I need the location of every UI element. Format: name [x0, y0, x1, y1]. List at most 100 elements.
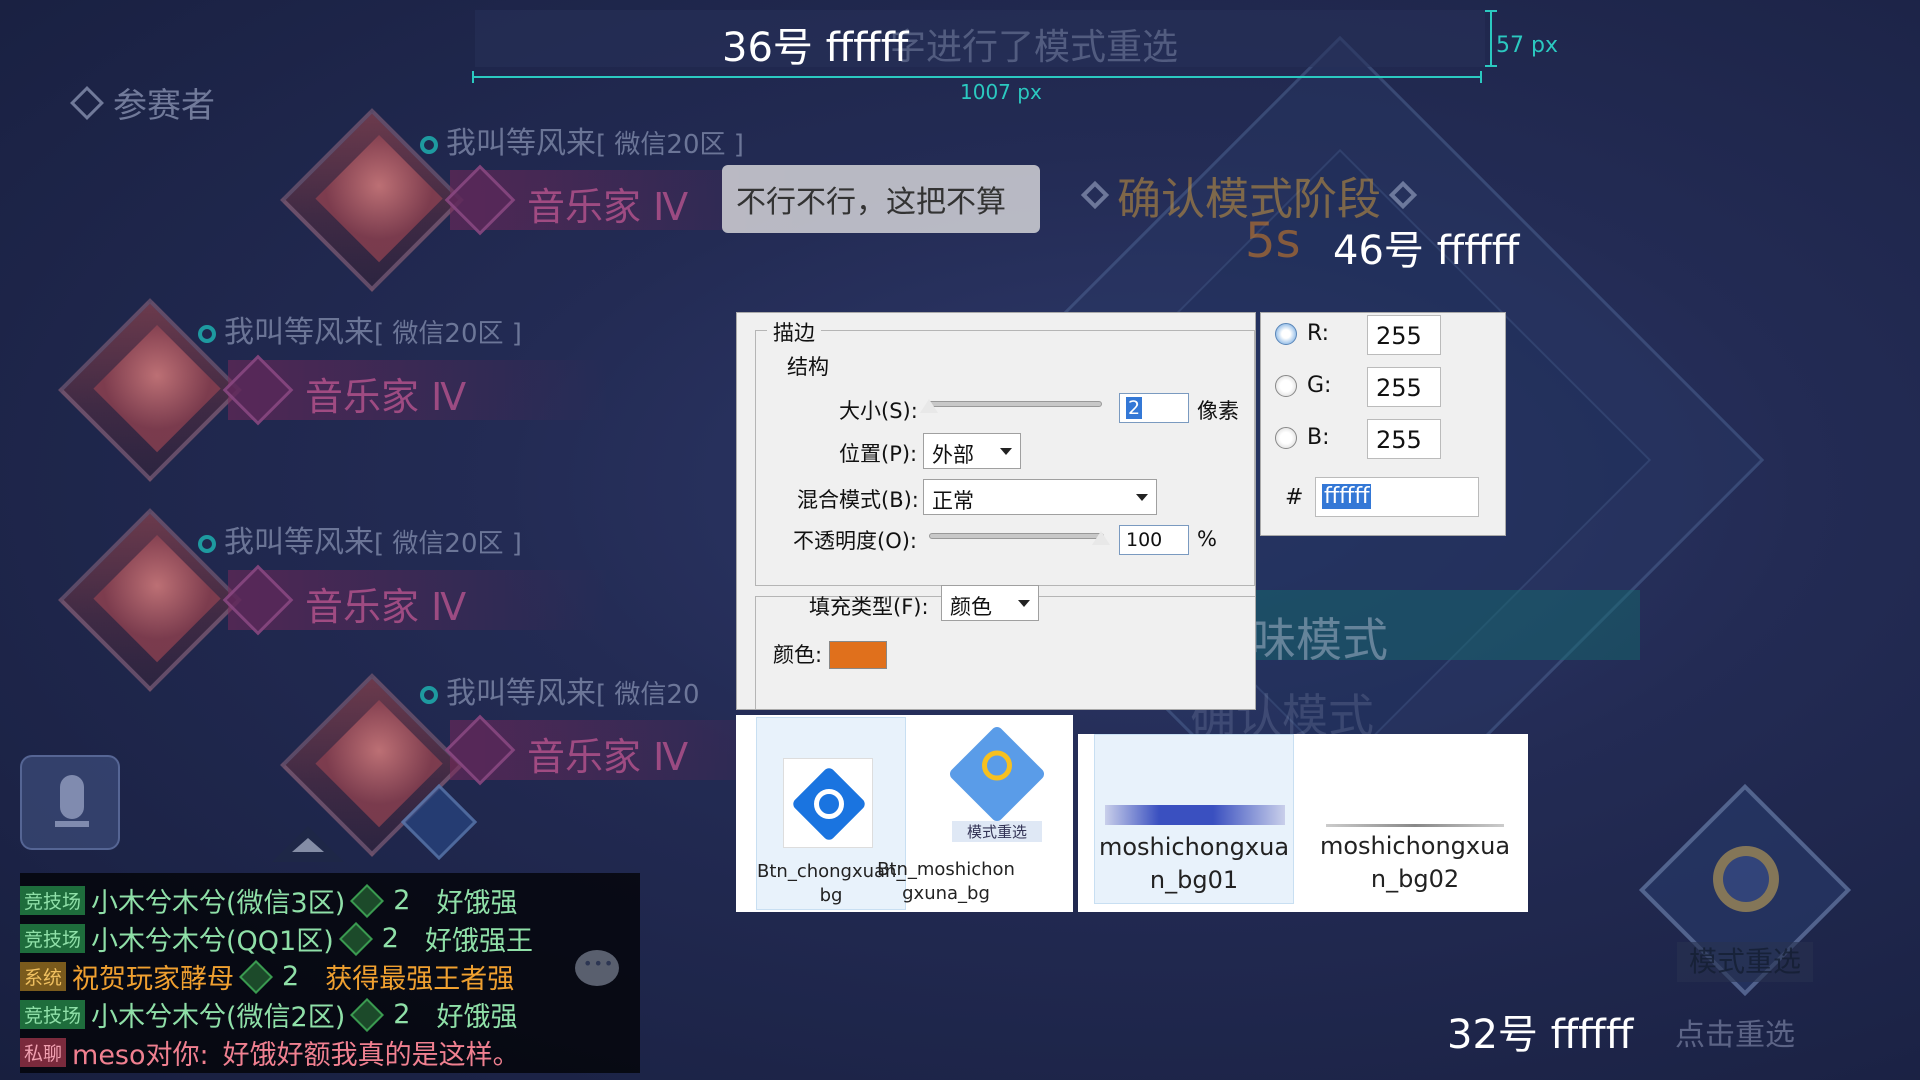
chat-level: 2: [282, 961, 300, 992]
mode-reselect-thumb[interactable]: 模式重选: [932, 721, 1062, 851]
chat-sender[interactable]: 小木兮木兮(QQ1区): [91, 919, 334, 958]
channel-tag: 竞技场: [20, 1000, 86, 1029]
b-input[interactable]: 255: [1367, 419, 1441, 459]
chat-sender[interactable]: meso对你:: [72, 1033, 209, 1072]
participants-heading-text: 参赛者: [113, 86, 215, 126]
size-slider-thumb[interactable]: [920, 399, 938, 413]
chat-sender[interactable]: 小木兮木兮(微信3区): [91, 881, 345, 920]
radio-r[interactable]: [1275, 323, 1297, 345]
channel-tag: 竞技场: [20, 886, 86, 915]
width-measure-line: [472, 71, 1482, 83]
mode-reselect-button[interactable]: 模式重选: [1635, 780, 1855, 1000]
chat-message: 好饿强王: [424, 926, 533, 957]
asset-tile-bg01[interactable]: moshichongxua n_bg01: [1094, 734, 1294, 904]
chevron-down-icon: [1136, 494, 1148, 501]
asset-preview-group-1: Btn_chongxuan_ bg 模式重选 Btn_moshichon gxuna…: [736, 715, 1073, 912]
color-label: 颜色:: [773, 643, 823, 667]
hex-input[interactable]: ffffff: [1315, 477, 1479, 517]
mode-reselect-label: 模式重选: [1677, 942, 1813, 982]
chevron-down-icon: [1018, 600, 1030, 607]
reselect-icon: [790, 765, 868, 843]
channel-tag: 系统: [20, 962, 67, 991]
size-input[interactable]: 2: [1119, 393, 1189, 423]
opacity-input[interactable]: 100: [1119, 525, 1189, 555]
blend-mode-select[interactable]: 正常: [923, 479, 1157, 515]
chat-message: 好饿强: [436, 1002, 518, 1033]
asset-caption: Btn_moshichon gxuna_bg: [877, 859, 1015, 904]
diamond-icon: [1388, 180, 1418, 210]
level-badge-icon: [350, 883, 385, 918]
width-measure-label: 1007 px: [960, 80, 1042, 104]
diamond-icon: [70, 85, 104, 120]
male-icon: [198, 324, 216, 343]
microphone-icon: [60, 775, 84, 819]
chat-bubble: 不行不行，这把不算: [722, 165, 1040, 233]
chat-sender[interactable]: 祝贺玩家酵母: [72, 957, 234, 996]
size-label: 大小(S):: [839, 399, 918, 423]
position-label: 位置(P):: [839, 442, 918, 466]
player-rank: 音乐家 Ⅳ: [305, 375, 467, 419]
level-badge-icon: [350, 997, 385, 1032]
click-reselect-hint[interactable]: 点击重选: [1675, 1010, 1795, 1054]
chevron-up-icon: [292, 838, 324, 852]
button-font-note: 32号 ffffff: [1447, 1012, 1634, 1058]
stroke-settings-panel: 描边 结构 大小(S): 2 像素 位置(P): 外部 混合模式(B): 正常 …: [736, 312, 1256, 710]
opacity-label: 不透明度(O):: [793, 529, 917, 553]
level-badge-icon: [338, 921, 373, 956]
participants-heading: 参赛者: [70, 78, 215, 127]
chat-message: 获得最强王者强: [325, 964, 515, 995]
male-icon: [198, 534, 216, 553]
b-label: B:: [1307, 425, 1330, 450]
height-measure-line: [1485, 10, 1497, 67]
stroke-color-swatch[interactable]: [829, 641, 887, 669]
radio-b[interactable]: [1275, 427, 1297, 449]
level-badge-icon: [239, 959, 273, 994]
player-name: 我叫等风来[ 微信20区 ]: [198, 307, 522, 351]
mode-reselect-icon: [947, 724, 1047, 824]
fill-type-select[interactable]: 颜色: [941, 585, 1039, 621]
size-slider[interactable]: [927, 401, 1102, 407]
timer-font-note: 46号 ffffff: [1333, 228, 1520, 274]
countdown-timer: 5s: [1245, 213, 1301, 269]
g-label: G:: [1307, 373, 1332, 398]
chat-message: 好饿强: [436, 888, 518, 919]
opacity-unit: %: [1197, 527, 1217, 551]
opacity-slider[interactable]: [929, 533, 1104, 539]
position-select[interactable]: 外部: [923, 433, 1021, 469]
mode-band-text: 味模式: [1250, 613, 1388, 667]
opacity-slider-thumb[interactable]: [1092, 531, 1110, 545]
player-rank: 音乐家 Ⅳ: [527, 735, 689, 779]
coin-icon: [1713, 846, 1779, 912]
chat-bubble-icon[interactable]: [575, 950, 619, 986]
male-icon: [420, 135, 438, 154]
color-picker-panel: R: 255 G: 255 B: 255 # ffffff: [1260, 312, 1506, 536]
player-name: 我叫等风来[ 微信20: [420, 668, 700, 712]
r-input[interactable]: 255: [1367, 315, 1441, 355]
voice-button[interactable]: [20, 755, 120, 850]
structure-title: 结构: [781, 351, 835, 381]
chat-line: 竞技场 小木兮木兮(QQ1区) 2 好饿强王: [20, 919, 533, 958]
chevron-down-icon: [1000, 448, 1012, 455]
chat-level: 2: [381, 923, 399, 954]
chat-line: 私聊 meso对你: 好饿好额我真的是这样。: [20, 1033, 520, 1072]
bg01-thumb: [1105, 805, 1285, 825]
player-rank: 音乐家 Ⅳ: [305, 585, 467, 629]
title-faded-text: 字进行了模式重选: [890, 27, 1179, 68]
chat-sender[interactable]: 小木兮木兮(微信2区): [91, 995, 345, 1034]
channel-tag: 私聊: [20, 1038, 67, 1067]
chat-level: 2: [393, 885, 411, 916]
g-input[interactable]: 255: [1367, 367, 1441, 407]
chat-line: 竞技场 小木兮木兮(微信2区) 2 好饿强: [20, 995, 517, 1034]
chat-line: 竞技场 小木兮木兮(微信3区) 2 好饿强: [20, 881, 517, 920]
player-name: 我叫等风来[ 微信20区 ]: [420, 118, 744, 162]
stroke-title: 描边: [767, 317, 821, 347]
r-label: R:: [1307, 321, 1330, 346]
chat-log[interactable]: 竞技场 小木兮木兮(微信3区) 2 好饿强 竞技场 小木兮木兮(QQ1区) 2 …: [20, 873, 640, 1073]
asset-caption[interactable]: moshichongxua n_bg02: [1315, 830, 1515, 896]
bg02-thumb: [1326, 824, 1504, 827]
asset-preview-group-2: moshichongxua n_bg01 moshichongxua n_bg02: [1078, 734, 1528, 912]
male-icon: [420, 685, 438, 704]
radio-g[interactable]: [1275, 375, 1297, 397]
diamond-icon: [1080, 180, 1110, 210]
size-unit: 像素: [1197, 399, 1239, 423]
